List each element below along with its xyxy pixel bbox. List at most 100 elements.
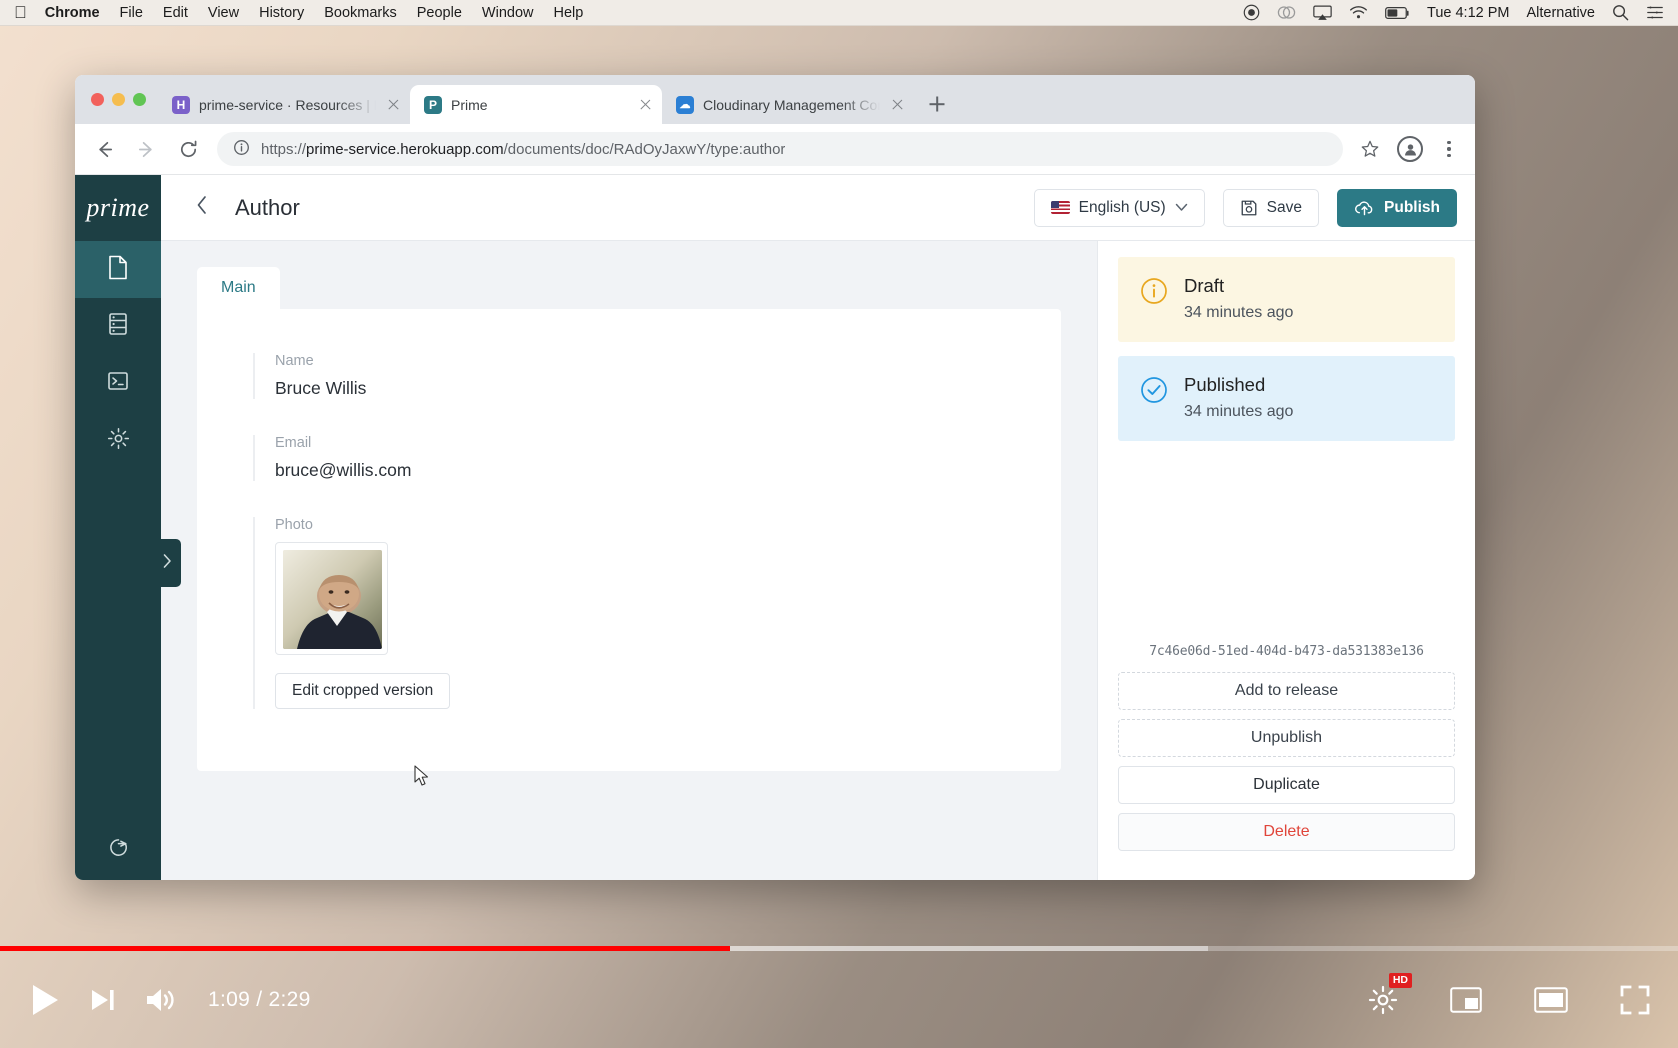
airplay-icon[interactable] bbox=[1313, 4, 1332, 21]
forward-icon[interactable] bbox=[133, 136, 159, 162]
terminal-icon bbox=[107, 370, 129, 397]
wifi-icon[interactable] bbox=[1349, 5, 1368, 20]
close-tab-icon[interactable] bbox=[889, 96, 906, 113]
chevron-right-icon bbox=[161, 553, 174, 574]
next-video-button[interactable] bbox=[88, 985, 118, 1015]
author-photo-image bbox=[283, 550, 382, 649]
check-circle-icon bbox=[1140, 376, 1168, 421]
publish-label: Publish bbox=[1384, 198, 1440, 216]
status-card-published: Published 34 minutes ago bbox=[1118, 356, 1455, 441]
video-settings-button[interactable]: HD bbox=[1368, 972, 1412, 1015]
tab-main[interactable]: Main bbox=[197, 267, 280, 309]
document-toolbar: Author English (US) Save Publish bbox=[161, 175, 1475, 241]
url-host: prime-service.herokuapp.com bbox=[306, 140, 504, 158]
site-info-icon[interactable] bbox=[233, 139, 250, 160]
unpublish-button[interactable]: Unpublish bbox=[1118, 719, 1455, 757]
star-icon[interactable] bbox=[1359, 138, 1381, 160]
browser-address-bar: https://prime-service.herokuapp.com/docu… bbox=[75, 124, 1475, 175]
delete-button[interactable]: Delete bbox=[1118, 813, 1455, 851]
browser-tab-heroku[interactable]: H prime-service · Resources | He bbox=[158, 85, 410, 124]
url-path: /documents/doc/RAdOyJaxwY/type:author bbox=[503, 140, 786, 158]
chevron-left-icon bbox=[194, 195, 210, 220]
field-label: Email bbox=[275, 435, 312, 451]
menu-bar-user[interactable]: Alternative bbox=[1526, 5, 1595, 21]
floppy-disk-icon bbox=[1240, 199, 1258, 217]
cloud-upload-icon bbox=[1354, 199, 1375, 216]
email-input-value[interactable]: bruce@willis.com bbox=[275, 460, 1005, 481]
profile-icon[interactable] bbox=[1397, 136, 1423, 162]
fullscreen-button[interactable] bbox=[1620, 985, 1650, 1015]
document-icon bbox=[107, 255, 129, 285]
language-label: English (US) bbox=[1078, 198, 1166, 216]
maximize-window-button[interactable] bbox=[133, 93, 146, 106]
record-icon[interactable] bbox=[1243, 4, 1260, 21]
sign-out-button[interactable] bbox=[107, 836, 130, 864]
close-window-button[interactable] bbox=[91, 93, 104, 106]
browser-tab-prime[interactable]: P Prime bbox=[410, 85, 662, 124]
sidebar-item-vision-tool[interactable] bbox=[75, 355, 161, 412]
browser-tab-title: Cloudinary Management Conso bbox=[703, 96, 880, 113]
duplicate-button[interactable]: Duplicate bbox=[1118, 766, 1455, 804]
status-card-text: Draft 34 minutes ago bbox=[1184, 275, 1293, 322]
theater-mode-button[interactable] bbox=[1534, 986, 1568, 1013]
menu-item-people[interactable]: People bbox=[417, 5, 462, 21]
volume-button[interactable] bbox=[144, 986, 176, 1014]
url-input[interactable]: https://prime-service.herokuapp.com/docu… bbox=[217, 132, 1343, 166]
menu-bar-clock[interactable]: Tue 4:12 PM bbox=[1427, 5, 1509, 21]
prime-favicon-icon: P bbox=[424, 95, 442, 114]
name-input-value[interactable]: Bruce Willis bbox=[275, 378, 1005, 399]
sidebar-item-media-tool[interactable] bbox=[75, 298, 161, 355]
battery-icon[interactable] bbox=[1385, 6, 1410, 20]
window-traffic-lights bbox=[89, 75, 158, 124]
browser-tab-cloudinary[interactable]: ☁ Cloudinary Management Conso bbox=[662, 85, 914, 124]
edit-cropped-version-button[interactable]: Edit cropped version bbox=[275, 673, 451, 709]
add-to-release-button[interactable]: Add to release bbox=[1118, 672, 1455, 710]
sidebar-item-desk-tool[interactable] bbox=[75, 241, 161, 298]
reload-icon[interactable] bbox=[175, 136, 201, 162]
sign-out-icon bbox=[107, 839, 130, 863]
close-tab-icon[interactable] bbox=[637, 96, 654, 113]
menu-item-view[interactable]: View bbox=[208, 5, 239, 21]
new-tab-button[interactable] bbox=[922, 89, 952, 119]
field-label: Name bbox=[275, 353, 314, 369]
field-photo: Photo Edit cropped version bbox=[253, 517, 1005, 709]
miniplayer-button[interactable] bbox=[1450, 986, 1482, 1013]
url-scheme: https:// bbox=[261, 140, 307, 158]
publish-button[interactable]: Publish bbox=[1337, 188, 1457, 227]
menu-item-file[interactable]: File bbox=[120, 5, 143, 21]
language-selector[interactable]: English (US) bbox=[1033, 188, 1205, 227]
back-to-list-button[interactable] bbox=[187, 193, 217, 223]
pointer-cursor-icon bbox=[413, 765, 431, 787]
save-button[interactable]: Save bbox=[1222, 188, 1320, 227]
chevron-down-icon bbox=[1175, 203, 1188, 212]
document-editor-pane: Main Name Bruce Willis Email bruce@willi… bbox=[161, 241, 1097, 880]
document-id: 7c46e06d-51ed-404d-b473-da531383e136 bbox=[1149, 644, 1424, 659]
menu-item-bookmarks[interactable]: Bookmarks bbox=[324, 5, 397, 21]
status-badge: Draft bbox=[1184, 275, 1225, 296]
info-circle-icon bbox=[1140, 277, 1168, 322]
minimize-window-button[interactable] bbox=[112, 93, 125, 106]
field-email[interactable]: Email bruce@willis.com bbox=[253, 435, 1005, 481]
play-button[interactable] bbox=[28, 982, 62, 1018]
menu-item-help[interactable]: Help bbox=[553, 5, 583, 21]
menu-item-history[interactable]: History bbox=[259, 5, 304, 21]
search-icon[interactable] bbox=[1612, 4, 1629, 21]
close-tab-icon[interactable] bbox=[385, 96, 402, 113]
menu-item-edit[interactable]: Edit bbox=[163, 5, 188, 21]
menu-item-chrome[interactable]: Chrome bbox=[45, 5, 100, 21]
sidebar-collapse-toggle[interactable] bbox=[154, 539, 181, 587]
photo-thumbnail-frame[interactable] bbox=[275, 542, 388, 655]
status-pane-spacer bbox=[1118, 455, 1455, 644]
creative-cloud-icon[interactable] bbox=[1277, 4, 1296, 21]
control-center-icon[interactable] bbox=[1646, 5, 1664, 20]
back-icon[interactable] bbox=[91, 136, 117, 162]
field-label: Photo bbox=[275, 517, 313, 533]
menu-item-window[interactable]: Window bbox=[482, 5, 534, 21]
kebab-menu-icon[interactable] bbox=[1439, 140, 1459, 158]
studio-logo[interactable]: prime bbox=[75, 175, 161, 241]
apple-logo-icon[interactable]:  bbox=[14, 4, 27, 21]
sidebar-item-settings-tool[interactable] bbox=[75, 412, 161, 469]
video-quality-badge: HD bbox=[1388, 972, 1412, 988]
document-tabs: Main bbox=[197, 267, 1061, 309]
field-name[interactable]: Name Bruce Willis bbox=[253, 353, 1005, 399]
